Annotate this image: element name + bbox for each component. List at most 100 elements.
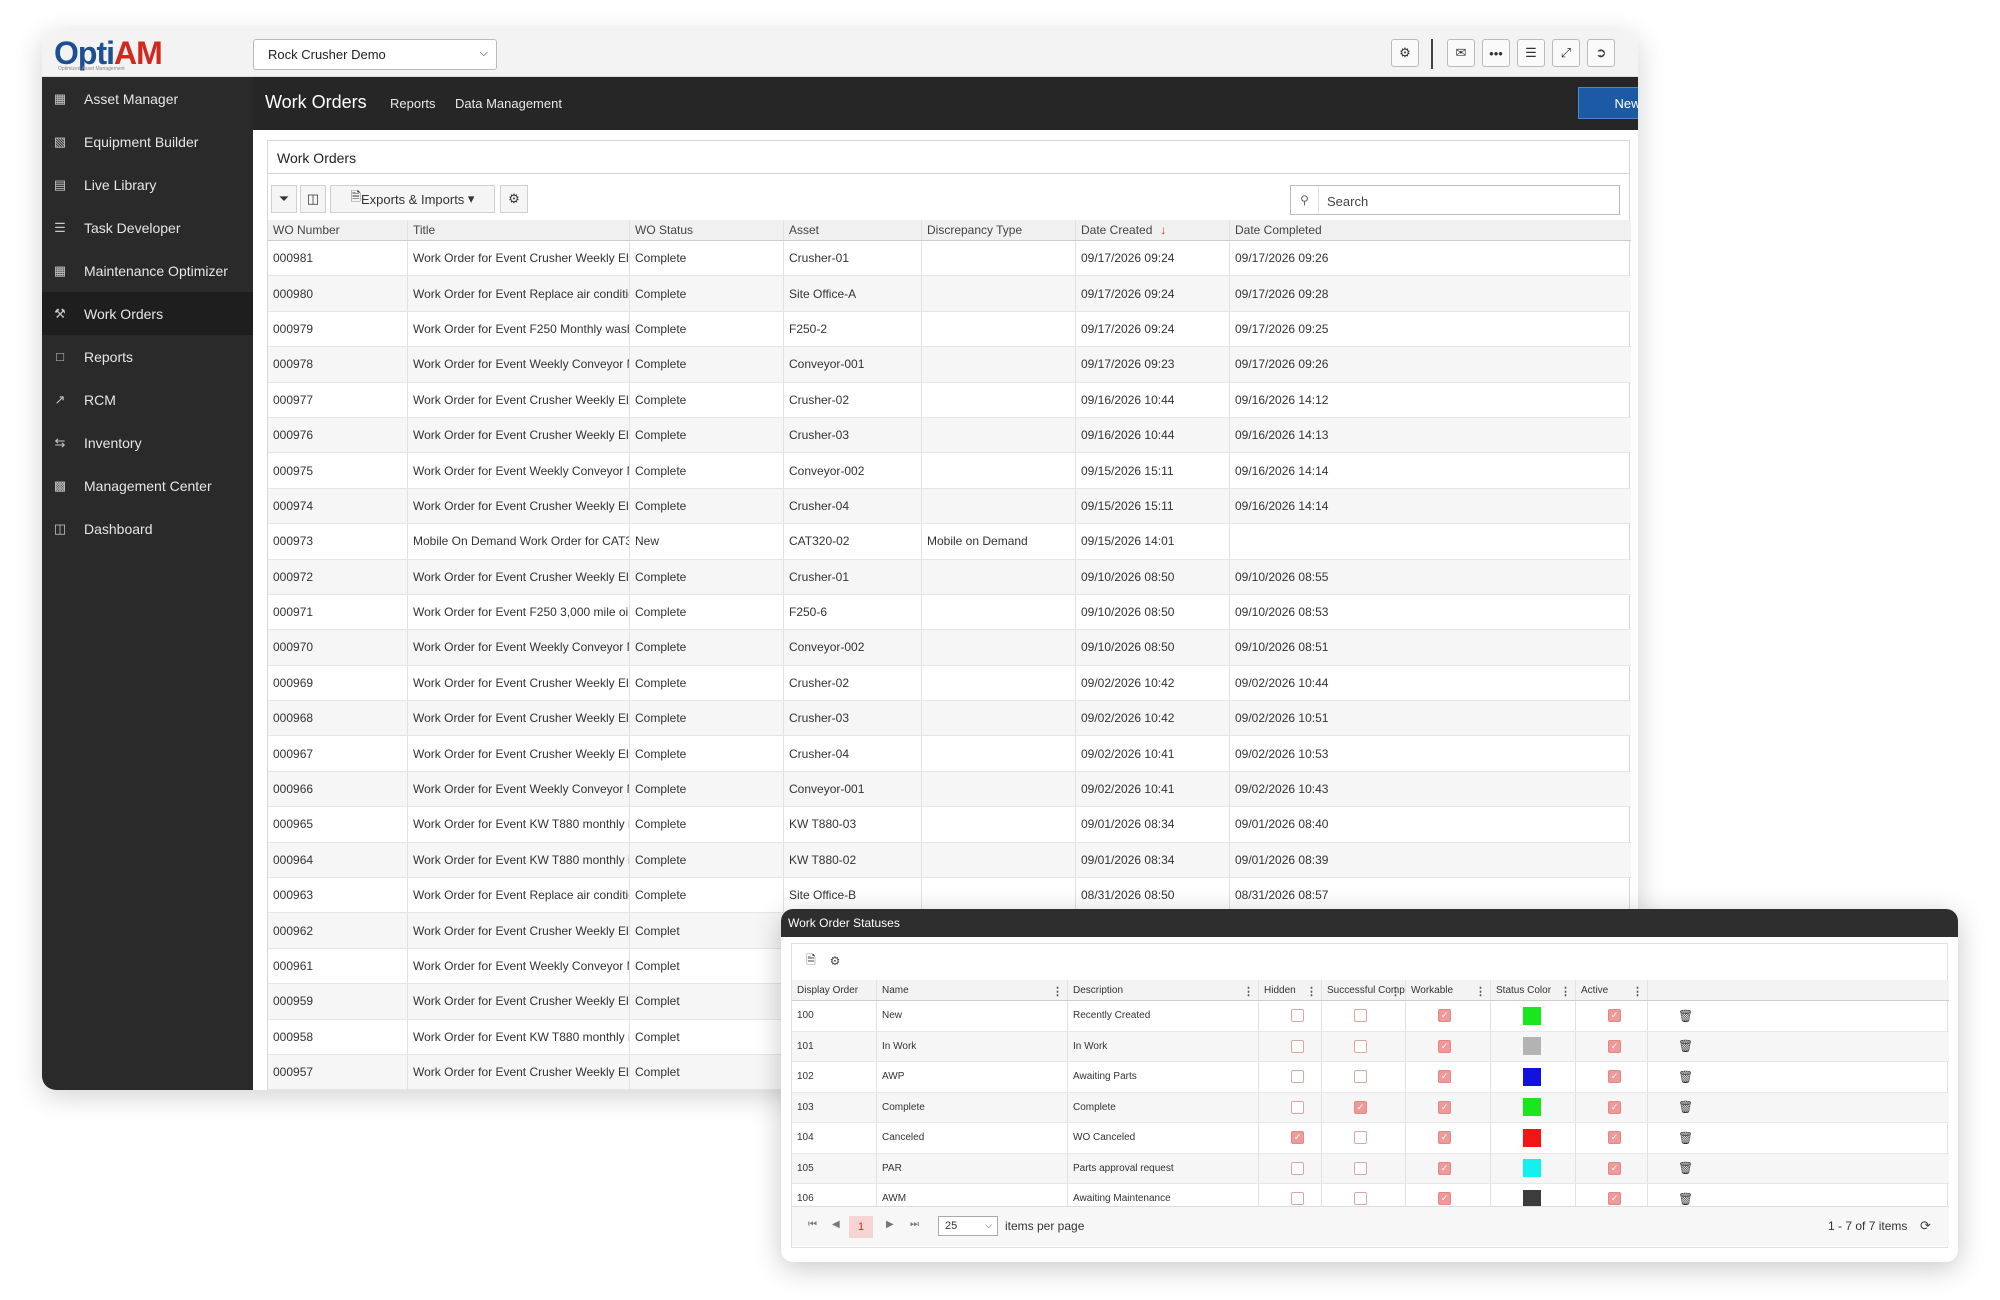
successful-checkbox[interactable]: ✓ [1354, 1100, 1367, 1114]
status-row[interactable]: 102 AWP Awaiting Parts ✓ ✓ 🗑 [792, 1062, 1949, 1093]
status-column-header[interactable]: Description ⋮ [1067, 980, 1258, 1000]
trash-icon[interactable]: 🗑 [1678, 1131, 1693, 1145]
columns-icon[interactable]: ◫ [300, 185, 326, 213]
status-color-swatch[interactable] [1523, 1159, 1541, 1178]
column-menu-icon[interactable]: ⋮ [1632, 985, 1643, 998]
column-header-wo-number[interactable]: WO Number [268, 220, 407, 240]
active-checkbox[interactable]: ✓ [1608, 1131, 1621, 1145]
status-color-swatch[interactable] [1523, 1006, 1541, 1025]
hidden-checkbox[interactable] [1291, 1161, 1304, 1175]
trash-icon[interactable]: 🗑 [1678, 1039, 1693, 1053]
site-select[interactable]: Rock Crusher Demo ⌵ [253, 39, 497, 70]
gear-icon[interactable]: ⚙ [824, 950, 846, 972]
status-column-header[interactable] [1647, 980, 1697, 1000]
page-size-select[interactable]: 25 ⌵ [938, 1216, 998, 1236]
status-column-header[interactable]: Display Order [792, 980, 876, 1000]
workable-checkbox[interactable]: ✓ [1438, 1009, 1451, 1023]
active-checkbox[interactable]: ✓ [1608, 1161, 1621, 1175]
trash-icon[interactable]: 🗑 [1678, 1009, 1693, 1023]
active-checkbox[interactable]: ✓ [1608, 1070, 1621, 1084]
status-color-swatch[interactable] [1523, 1128, 1541, 1147]
hidden-checkbox[interactable] [1291, 1192, 1304, 1206]
column-menu-icon[interactable]: ⋮ [1560, 985, 1571, 998]
table-row[interactable]: 000977 Work Order for Event Crusher Weekl… [268, 382, 1631, 418]
table-row[interactable]: 000968 Work Order for Event Crusher Weekl… [268, 701, 1631, 737]
new-button[interactable]: New [1578, 87, 1638, 119]
status-row[interactable]: 100 New Recently Created ✓ ✓ 🗑 [792, 1001, 1949, 1032]
excel-export-icon[interactable]: 🗎 [800, 950, 822, 972]
column-header-date-completed[interactable]: Date Completed [1229, 220, 1383, 240]
status-column-header[interactable]: Active ⋮ [1575, 980, 1647, 1000]
hidden-checkbox[interactable] [1291, 1070, 1304, 1084]
table-row[interactable]: 000979 Work Order for Event F250 Monthly … [268, 311, 1631, 348]
successful-checkbox[interactable] [1354, 1070, 1367, 1084]
status-column-header[interactable]: Hidden ⋮ [1258, 980, 1321, 1000]
status-color-swatch[interactable] [1523, 1037, 1541, 1056]
gear-icon[interactable]: ⚙ [1391, 39, 1419, 67]
status-row[interactable]: 105 PAR Parts approval request ✓ ✓ 🗑 [792, 1153, 1949, 1184]
status-column-header[interactable]: Status Color ⋮ [1490, 980, 1575, 1000]
status-row[interactable]: 104 Canceled WO Canceled ✓ ✓ ✓ 🗑 [792, 1123, 1949, 1154]
active-checkbox[interactable]: ✓ [1608, 1100, 1621, 1114]
column-header-discrepancy-type[interactable]: Discrepancy Type [921, 220, 1075, 240]
workable-checkbox[interactable]: ✓ [1438, 1131, 1451, 1145]
current-page-button[interactable]: 1 [849, 1216, 873, 1238]
status-column-header[interactable]: Name ⋮ [876, 980, 1067, 1000]
active-checkbox[interactable]: ✓ [1608, 1039, 1621, 1053]
successful-checkbox[interactable] [1354, 1009, 1367, 1023]
status-row[interactable]: 103 Complete Complete ✓ ✓ ✓ 🗑 [792, 1092, 1949, 1123]
hidden-checkbox[interactable] [1291, 1009, 1304, 1023]
active-checkbox[interactable]: ✓ [1608, 1009, 1621, 1023]
logout-icon[interactable]: ➲ [1587, 39, 1615, 67]
column-header-asset[interactable]: Asset [783, 220, 921, 240]
column-menu-icon[interactable]: ⋮ [1243, 985, 1254, 998]
column-menu-icon[interactable]: ⋮ [1052, 985, 1063, 998]
fullscreen-icon[interactable]: ⤢ [1552, 39, 1580, 67]
trash-icon[interactable]: 🗑 [1678, 1192, 1693, 1206]
filter-icon[interactable]: ⏷ [271, 185, 297, 213]
column-menu-icon[interactable]: ⋮ [1306, 985, 1317, 998]
mail-icon[interactable]: ✉ [1447, 39, 1475, 67]
hidden-checkbox[interactable]: ✓ [1291, 1131, 1304, 1145]
workable-checkbox[interactable]: ✓ [1438, 1100, 1451, 1114]
status-row[interactable]: 101 In Work In Work ✓ ✓ 🗑 [792, 1031, 1949, 1062]
sidebar-item-management-center[interactable]: ▩ Management Center [42, 464, 253, 507]
workable-checkbox[interactable]: ✓ [1438, 1070, 1451, 1084]
column-menu-icon[interactable]: ⋮ [1475, 985, 1486, 998]
sidebar-item-equipment-builder[interactable]: ▧ Equipment Builder [42, 120, 253, 163]
table-row[interactable]: 000981 Work Order for Event Crusher Weekl… [268, 241, 1631, 277]
last-page-icon[interactable]: ⏭ [910, 1219, 919, 1230]
header-link-data-management[interactable]: Data Management [455, 96, 562, 111]
hidden-checkbox[interactable] [1291, 1100, 1304, 1114]
table-row[interactable]: 000965 Work Order for Event KW T880 month… [268, 807, 1631, 843]
header-link-reports[interactable]: Reports [390, 96, 436, 111]
column-header-date-created[interactable]: Date Created ↓ [1075, 220, 1229, 240]
exports-imports-button[interactable]: 🗎 Exports & Imports ▾ [330, 185, 495, 213]
table-row[interactable]: 000967 Work Order for Event Crusher Weekl… [268, 736, 1631, 772]
sidebar-item-maintenance-optimizer[interactable]: ▦ Maintenance Optimizer [42, 249, 253, 292]
sidebar-item-rcm[interactable]: ↗ RCM [42, 378, 253, 421]
sidebar-item-asset-manager[interactable]: ▦ Asset Manager [42, 77, 253, 120]
successful-checkbox[interactable] [1354, 1161, 1367, 1175]
column-header-wo-status[interactable]: WO Status [629, 220, 783, 240]
trash-icon[interactable]: 🗑 [1678, 1100, 1693, 1114]
first-page-icon[interactable]: ⏮ [808, 1219, 817, 1230]
trash-icon[interactable]: 🗑 [1678, 1161, 1693, 1175]
sidebar-item-task-developer[interactable]: ☰ Task Developer [42, 206, 253, 249]
table-row[interactable]: 000966 Work Order for Event Weekly Convey… [268, 771, 1631, 808]
optiam-logo[interactable]: OptiAM Optimized Asset Management [48, 35, 168, 72]
table-row[interactable]: 000980 Work Order for Event Replace air c… [268, 276, 1631, 312]
refresh-icon[interactable]: ⟳ [1920, 1218, 1931, 1234]
status-color-swatch[interactable] [1523, 1067, 1541, 1086]
successful-checkbox[interactable] [1354, 1039, 1367, 1053]
sidebar-item-inventory[interactable]: ⇆ Inventory [42, 421, 253, 464]
table-row[interactable]: 000971 Work Order for Event F250 3,000 mi… [268, 594, 1631, 631]
table-row[interactable]: 000973 Mobile On Demand Work Order for CA… [268, 524, 1631, 560]
status-column-header[interactable]: Successful Comple ⋮ [1321, 980, 1405, 1000]
table-row[interactable]: 000975 Work Order for Event Weekly Convey… [268, 453, 1631, 489]
status-column-header[interactable]: Workable ⋮ [1405, 980, 1490, 1000]
table-row[interactable]: 000978 Work Order for Event Weekly Convey… [268, 347, 1631, 383]
active-checkbox[interactable]: ✓ [1608, 1192, 1621, 1206]
next-page-icon[interactable]: ▶ [886, 1219, 894, 1230]
column-menu-icon[interactable]: ⋮ [1390, 985, 1401, 998]
